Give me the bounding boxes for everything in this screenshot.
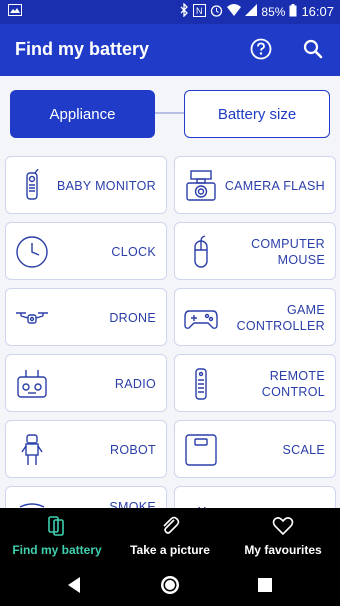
radio-icon: [14, 367, 50, 401]
item-label: REMOTE CONTROL: [261, 369, 325, 399]
heart-icon: [271, 514, 295, 538]
item-baby-monitor[interactable]: BABY MONITOR: [5, 156, 167, 214]
help-icon[interactable]: [250, 38, 272, 60]
item-game-controller[interactable]: GAME CONTROLLER: [174, 288, 336, 346]
image-notification-icon: [8, 4, 22, 19]
item-label: COMPUTER MOUSE: [251, 237, 325, 267]
battery-pct: 85%: [261, 4, 286, 19]
unknown-icon: [183, 499, 219, 508]
recents-icon[interactable]: [257, 577, 273, 593]
nav-label: Take a picture: [130, 543, 210, 557]
clock-icon: [14, 235, 50, 269]
item-label: BABY MONITOR: [57, 179, 156, 193]
item-label: SCALE: [282, 443, 325, 457]
battery-icon: [289, 3, 297, 20]
nav-label: My favourites: [244, 543, 322, 557]
nfc-icon: N: [193, 3, 207, 20]
nav-my-favourites[interactable]: My favourites: [226, 508, 340, 564]
nav-label: Find my battery: [12, 543, 102, 557]
system-nav-bar: [0, 564, 340, 606]
nav-take-a-picture[interactable]: Take a picture: [114, 508, 226, 564]
item-label: CAMERA FLASH: [224, 179, 325, 193]
svg-text:N: N: [196, 6, 203, 16]
back-icon[interactable]: [66, 576, 82, 594]
bluetooth-icon: [179, 2, 189, 20]
item-label: SMOKE: [109, 500, 156, 508]
smoke-detector-icon: [14, 499, 50, 508]
appliance-grid: BABY MONITOR CAMERA FLASH CLOCK COMPUTER…: [0, 154, 340, 508]
battery-search-icon: [45, 514, 69, 538]
wifi-icon: [227, 4, 242, 19]
item-label: ROBOT: [110, 443, 156, 457]
appliance-tab[interactable]: Appliance: [10, 90, 155, 138]
paperclip-icon: [158, 514, 182, 538]
remote-icon: [183, 367, 219, 401]
bottom-nav: Find my battery Take a picture My favour…: [0, 508, 340, 564]
item-scale[interactable]: SCALE: [174, 420, 336, 478]
item-unknown[interactable]: [174, 486, 336, 508]
baby-monitor-icon: [14, 168, 50, 203]
item-smoke[interactable]: SMOKE: [5, 486, 167, 508]
status-bar: N 85% 16:07: [0, 0, 340, 24]
drone-icon: [14, 301, 50, 335]
search-icon[interactable]: [302, 38, 324, 60]
alarm-icon: [210, 4, 223, 20]
item-label: GAME CONTROLLER: [236, 303, 325, 333]
item-radio[interactable]: RADIO: [5, 354, 167, 412]
item-robot[interactable]: ROBOT: [5, 420, 167, 478]
scale-icon: [183, 433, 219, 467]
clock-text: 16:07: [301, 4, 334, 19]
gamepad-icon: [183, 301, 219, 335]
item-clock[interactable]: CLOCK: [5, 222, 167, 280]
signal-icon: [245, 4, 258, 19]
app-bar: Find my battery: [0, 24, 340, 76]
item-label: DRONE: [109, 311, 156, 325]
item-label: CLOCK: [111, 245, 156, 259]
toggle-connector: [154, 112, 186, 114]
mouse-icon: [183, 235, 219, 269]
robot-icon: [14, 433, 50, 467]
nav-find-my-battery[interactable]: Find my battery: [0, 508, 114, 564]
item-remote-control[interactable]: REMOTE CONTROL: [174, 354, 336, 412]
item-drone[interactable]: DRONE: [5, 288, 167, 346]
item-computer-mouse[interactable]: COMPUTER MOUSE: [174, 222, 336, 280]
item-camera-flash[interactable]: CAMERA FLASH: [174, 156, 336, 214]
home-icon[interactable]: [159, 574, 181, 596]
app-title: Find my battery: [15, 39, 150, 59]
battery-size-tab[interactable]: Battery size: [184, 90, 330, 138]
camera-flash-icon: [183, 169, 219, 203]
item-label: RADIO: [114, 377, 156, 391]
